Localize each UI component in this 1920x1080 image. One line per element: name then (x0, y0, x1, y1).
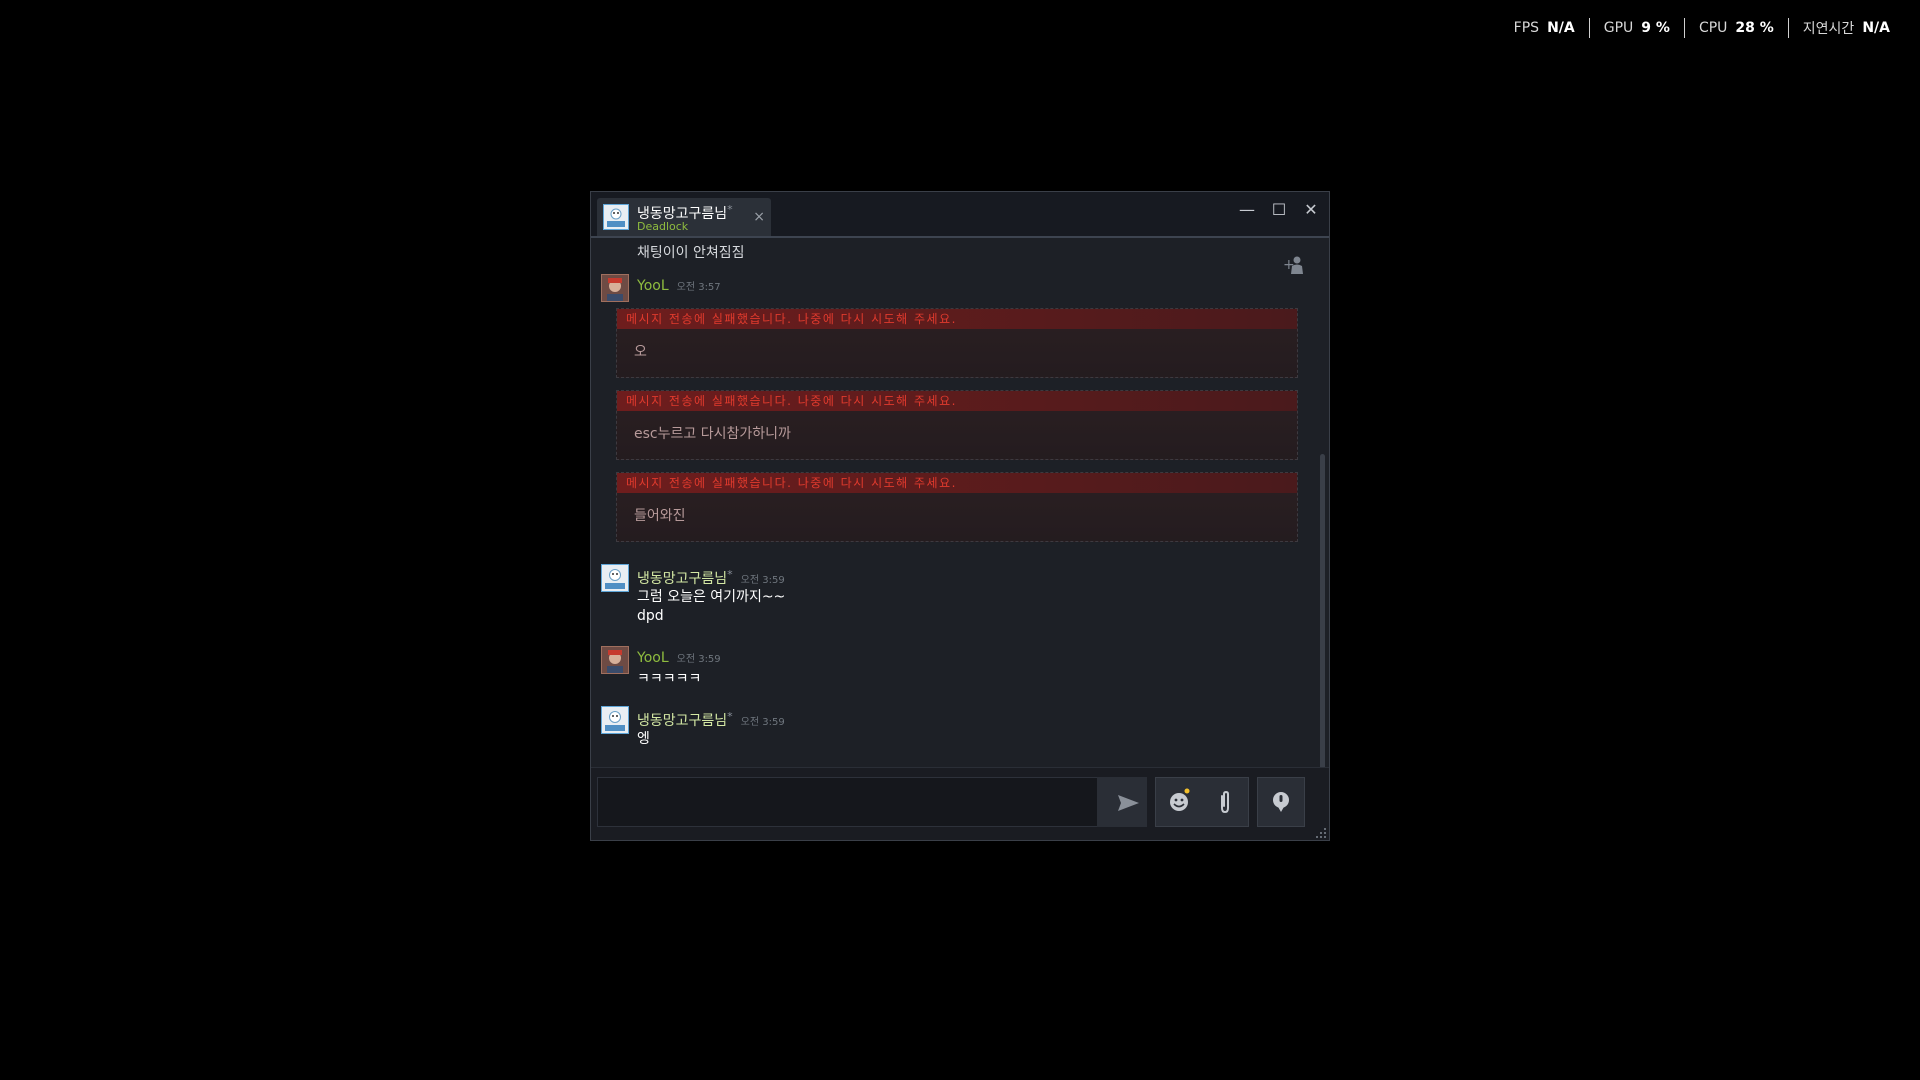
chat-window: 냉동망고구름님* Deadlock × — ☐ ✕ + 채팅이이 안쳐짐짐 Yo… (590, 191, 1330, 841)
sender-name[interactable]: 냉동망고구름님* 오전 3:59 (637, 710, 785, 730)
maximize-icon[interactable]: ☐ (1267, 198, 1291, 222)
message-text: dpd (637, 608, 664, 624)
sender-name[interactable]: YooL 오전 3:57 (637, 278, 721, 294)
chat-tab[interactable]: 냉동망고구름님* Deadlock × (597, 198, 771, 236)
latency-value: N/A (1862, 20, 1890, 36)
sender-name[interactable]: YooL 오전 3:59 (637, 650, 721, 666)
performance-overlay: FPS N/A GPU 9 % CPU 28 % 지연시간 N/A (1500, 18, 1904, 38)
sender-name[interactable]: 냉동망고구름님* 오전 3:59 (637, 568, 785, 588)
failure-notice: 메시지 전송에 실패했습니다. 나중에 다시 시도해 주세요. (617, 473, 1297, 493)
avatar[interactable] (601, 274, 629, 302)
failure-notice: 메시지 전송에 실패했습니다. 나중에 다시 시도해 주세요. (617, 391, 1297, 411)
failed-message: 메시지 전송에 실패했습니다. 나중에 다시 시도해 주세요. 들어와진 (616, 472, 1298, 542)
latency-label: 지연시간 (1802, 21, 1855, 37)
failed-message: 메시지 전송에 실패했습니다. 나중에 다시 시도해 주세요. 오 (616, 308, 1298, 378)
avatar[interactable] (601, 564, 629, 592)
send-button[interactable] (1097, 777, 1147, 827)
cpu-value: 28 % (1735, 20, 1774, 36)
chat-log[interactable]: + 채팅이이 안쳐짐짐 YooL 오전 3:57 메시지 전송에 실패했습니다. … (591, 238, 1329, 768)
failure-notice: 메시지 전송에 실패했습니다. 나중에 다시 시도해 주세요. (617, 309, 1297, 329)
sender-name-text: YooL (637, 278, 669, 294)
friend-avatar (603, 204, 629, 230)
latency-stat: 지연시간 N/A (1789, 18, 1904, 38)
avatar[interactable] (601, 646, 629, 674)
attach-icon (1221, 790, 1229, 814)
gpu-stat: GPU 9 % (1590, 20, 1684, 36)
invite-friend-icon[interactable]: + (1281, 252, 1307, 278)
message-text: 채팅이이 안쳐짐짐 (637, 245, 745, 261)
tab-game-status: Deadlock (637, 220, 689, 233)
message-time: 오전 3:59 (740, 575, 785, 586)
message-text: 엥 (637, 731, 650, 747)
fps-label: FPS (1513, 20, 1540, 36)
fps-stat: FPS N/A (1500, 20, 1589, 36)
voice-button[interactable] (1258, 778, 1304, 826)
tab-close-button[interactable]: × (753, 209, 765, 225)
message-time: 오전 3:59 (676, 654, 721, 665)
emoji-button[interactable] (1156, 778, 1202, 826)
message-input[interactable] (597, 777, 1147, 827)
title-bar[interactable]: 냉동망고구름님* Deadlock × — ☐ ✕ (591, 192, 1329, 238)
message-text: 그럼 오늘은 여기까지~~ (637, 589, 786, 605)
minimize-icon[interactable]: — (1235, 198, 1259, 222)
attach-controls (1155, 777, 1249, 827)
avatar[interactable] (601, 706, 629, 734)
sender-name-text: 냉동망고구름님 (637, 713, 728, 729)
send-icon (1118, 795, 1139, 811)
fps-value: N/A (1547, 20, 1575, 36)
voice-controls (1257, 777, 1305, 827)
emoji-icon (1170, 788, 1190, 811)
sender-name-text: YooL (637, 650, 669, 666)
attach-button[interactable] (1202, 778, 1248, 826)
failed-message-text: esc누르고 다시참가하니까 (634, 426, 791, 442)
message-text: ㅋㅋㅋㅋㅋ (637, 671, 702, 687)
gpu-value: 9 % (1641, 20, 1670, 36)
cpu-label: CPU (1698, 20, 1728, 36)
scrollbar[interactable] (1320, 454, 1325, 768)
cpu-stat: CPU 28 % (1685, 20, 1788, 36)
tab-name-badge: * (727, 203, 733, 216)
sender-badge: * (727, 710, 733, 723)
sender-name-text: 냉동망고구름님 (637, 571, 728, 587)
message-time: 오전 3:57 (676, 282, 721, 293)
close-icon[interactable]: ✕ (1299, 198, 1323, 222)
failed-message-text: 들어와진 (634, 508, 686, 524)
voice-icon (1273, 792, 1289, 812)
message-time: 오전 3:59 (740, 717, 785, 728)
failed-message: 메시지 전송에 실패했습니다. 나중에 다시 시도해 주세요. esc누르고 다… (616, 390, 1298, 460)
failed-message-text: 오 (634, 344, 647, 360)
gpu-label: GPU (1603, 20, 1634, 36)
input-bar (591, 767, 1329, 840)
resize-grip-icon[interactable] (1313, 824, 1327, 838)
sender-badge: * (727, 568, 733, 581)
